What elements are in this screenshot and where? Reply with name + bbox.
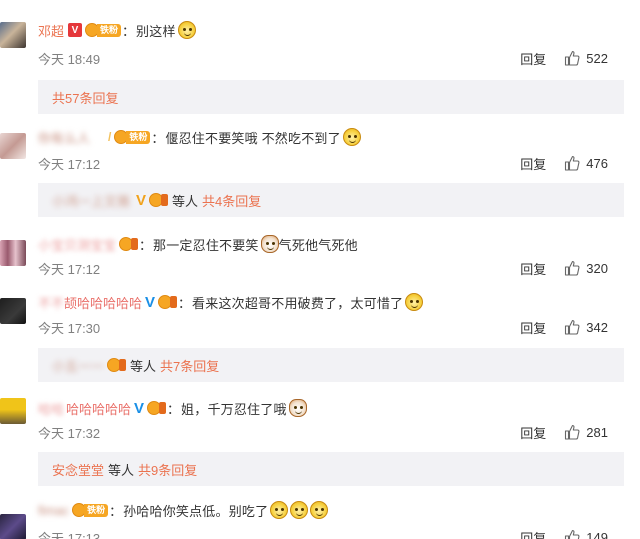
timestamp: 今天 17:12 (38, 261, 101, 277)
colon: ： (178, 295, 192, 311)
like-count: 522 (586, 50, 608, 66)
timestamp: 今天 17:32 (38, 425, 101, 441)
like-button[interactable]: 281 (564, 424, 608, 440)
reply-button[interactable]: 回复 (520, 154, 546, 173)
like-button[interactable]: 149 (564, 529, 608, 539)
verified-v-icon: V (136, 191, 147, 209)
etc-label: 等人 (108, 462, 135, 478)
smile-emoji-icon (405, 293, 424, 311)
like-button[interactable]: 320 (564, 260, 608, 276)
like-button[interactable]: 522 (564, 50, 608, 66)
thumb-up-icon (565, 529, 580, 539)
comment-text: 孙哈哈你笑点低。别吃了 (123, 503, 269, 519)
like-count: 281 (586, 424, 608, 440)
sub-replies-box[interactable]: 小五一一 等人 共7条回复 (38, 348, 624, 382)
username[interactable]: 哈哈哈哈哈 (66, 399, 131, 418)
smile-emoji-icon (342, 128, 361, 146)
like-button[interactable]: 342 (564, 319, 608, 335)
thumb-up-icon (565, 319, 580, 335)
cat-emoji-icon (288, 399, 307, 417)
colon: ： (139, 237, 153, 253)
timestamp: 今天 17:13 (38, 530, 101, 539)
sub-replies-box[interactable]: 共57条回复 (38, 80, 624, 114)
sub-replies-box[interactable]: 安念堂堂 等人 共9条回复 (38, 452, 624, 486)
comment-text: 看来这次超哥不用破费了，太可惜了 (192, 295, 404, 311)
fan-badge-icon (147, 401, 167, 416)
comment-text: 那一定忍住不要笑 (153, 237, 259, 253)
colon: ： (122, 23, 136, 39)
username[interactable]: fimac (38, 503, 69, 518)
thumb-up-icon (565, 424, 580, 440)
timestamp: 今天 18:49 (38, 51, 101, 67)
more-replies-link[interactable]: 共9条回复 (138, 460, 197, 479)
fan-badge-icon: 铁粉 (72, 503, 109, 518)
verified-v-icon: V (145, 293, 156, 311)
username[interactable]: 颉哈哈哈哈哈 (64, 293, 142, 312)
reply-button[interactable]: 回复 (520, 528, 546, 539)
more-replies-link[interactable]: 共57条回复 (52, 88, 118, 107)
reply-user-name[interactable]: 安念堂堂 (52, 460, 104, 479)
fan-badge-icon: 铁粉 (85, 23, 122, 38)
smile-emoji-icon (270, 501, 289, 519)
avatar[interactable] (0, 240, 26, 266)
thumb-up-icon (565, 260, 580, 276)
username[interactable]: 你有么人 (38, 128, 90, 147)
username[interactable]: 小宝贝测宝宝 (38, 235, 116, 254)
sub-replies-box[interactable]: 小鸿一上文雅 V 等人 共4条回复 (38, 183, 624, 217)
username[interactable]: 邓超 (38, 21, 64, 40)
reply-user-name[interactable]: 小五一一 (52, 356, 104, 375)
verified-v-icon: V (134, 399, 145, 417)
comment-text: 气死他气死他 (278, 237, 358, 253)
reply-button[interactable]: 回复 (520, 259, 546, 278)
timestamp: 今天 17:30 (38, 320, 101, 336)
reply-button[interactable]: 回复 (520, 423, 546, 442)
reply-button[interactable]: 回复 (520, 318, 546, 337)
avatar[interactable] (0, 298, 26, 324)
colon: ： (167, 401, 181, 417)
fan-badge-icon (158, 295, 178, 310)
like-count: 342 (586, 319, 608, 335)
avatar[interactable] (0, 398, 26, 424)
timestamp: 今天 17:12 (38, 156, 101, 172)
like-count: 320 (586, 260, 608, 276)
smile-emoji-icon (177, 21, 196, 39)
smile-emoji-icon (290, 501, 309, 519)
more-replies-link[interactable]: 共4条回复 (202, 191, 261, 210)
fan-badge-icon (149, 193, 169, 208)
thumb-up-icon (565, 50, 580, 66)
verified-v-icon: / (108, 130, 112, 144)
like-count: 476 (586, 155, 608, 171)
like-count: 149 (586, 529, 608, 539)
etc-label: 等人 (172, 193, 199, 209)
smile-emoji-icon (310, 501, 329, 519)
comment-text: 偃忍住不要笑哦 不然吃不到了 (165, 130, 341, 146)
fan-badge-icon: 铁粉 (114, 130, 151, 145)
cat-emoji-icon (260, 235, 279, 253)
like-button[interactable]: 476 (564, 155, 608, 171)
username[interactable]: 哈哈 (38, 399, 66, 418)
thumb-up-icon (565, 155, 580, 171)
avatar[interactable] (0, 133, 26, 159)
avatar[interactable] (0, 514, 26, 539)
reply-user-name[interactable]: 小鸿一上文雅 (52, 191, 130, 210)
etc-label: 等人 (130, 358, 157, 374)
colon: ： (109, 503, 123, 519)
fan-badge-icon (119, 237, 139, 252)
reply-button[interactable]: 回复 (520, 49, 546, 68)
username[interactable]: 不不 (38, 293, 64, 312)
comment-text: 别这样 (136, 23, 176, 39)
more-replies-link[interactable]: 共7条回复 (160, 356, 219, 375)
comment-text: 姐，千万忍住了哦 (181, 401, 287, 417)
verified-v-icon: V (68, 23, 83, 37)
colon: ： (151, 130, 165, 146)
avatar[interactable] (0, 22, 26, 48)
fan-badge-icon (107, 358, 127, 373)
